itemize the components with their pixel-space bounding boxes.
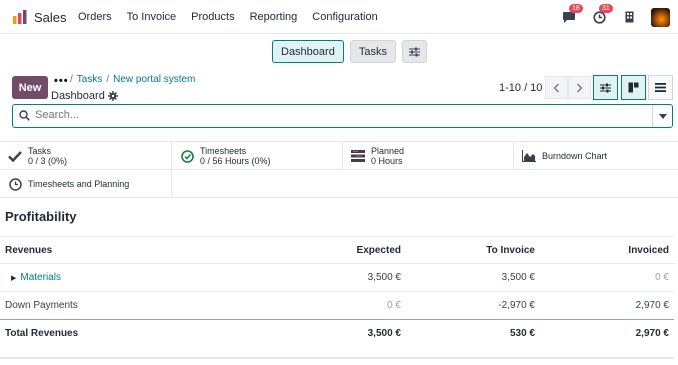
total-label: Total Revenues	[5, 328, 79, 340]
stat-tasks[interactable]: Tasks 0 / 3 (0%)	[0, 142, 172, 170]
planning-icon	[351, 149, 365, 163]
sliders-icon	[600, 83, 611, 92]
search-bar	[12, 104, 673, 128]
user-avatar[interactable]	[651, 7, 670, 27]
sales-app-icon[interactable]	[12, 9, 28, 25]
stat-timesheets-planning-label: Timesheets and Planning	[28, 179, 130, 189]
menu-products[interactable]: Products	[191, 11, 234, 23]
breadcrumb-separator: /	[70, 74, 73, 85]
clock-icon	[180, 149, 194, 163]
table-row[interactable]: ▶ Materials 3,500 € 3,500 € 0 €	[0, 263, 674, 292]
gear-icon[interactable]	[107, 91, 118, 101]
search-options-toggle[interactable]	[652, 105, 672, 127]
stat-planned-label: Planned	[371, 146, 405, 156]
menu-configuration[interactable]: Configuration	[312, 11, 377, 23]
table-header-row: Revenues Expected To Invoice Invoiced	[0, 236, 674, 264]
chevron-left-icon	[553, 83, 559, 92]
main-menu: Orders To Invoice Products Reporting Con…	[78, 11, 393, 23]
stat-tasks-text: Tasks 0 / 3 (0%)	[28, 146, 67, 166]
stat-timesheets-planning[interactable]: Timesheets and Planning	[0, 170, 172, 198]
activities-badge: 31	[599, 4, 613, 13]
search-input[interactable]	[35, 109, 635, 121]
row-label-cell: ▶ Materials	[0, 264, 272, 292]
kanban-view-button[interactable]	[621, 75, 646, 100]
stat-timesheets-text: Timesheets 0 / 56 Hours (0%)	[200, 146, 271, 166]
new-button[interactable]: New	[12, 76, 48, 99]
navbar-systray: 18 31	[549, 4, 670, 27]
menu-to-invoice[interactable]: To Invoice	[127, 11, 177, 23]
pager-previous-button[interactable]	[545, 76, 568, 99]
cell-to-invoice: -2,970 €	[498, 300, 535, 311]
cell-invoiced: 0 €	[655, 272, 669, 283]
breadcrumb-tasks[interactable]: Tasks	[77, 74, 103, 85]
cell-to-invoice: 3,500 €	[501, 272, 535, 283]
area-chart-icon	[522, 149, 536, 163]
stat-timesheets[interactable]: Timesheets 0 / 56 Hours (0%)	[172, 142, 343, 170]
stat-planned-text: Planned 0 Hours	[371, 146, 404, 166]
messages-badge: 18	[569, 4, 583, 13]
pager-next-button[interactable]	[568, 76, 591, 99]
list-view-button[interactable]	[648, 75, 673, 100]
total-row: Total Revenues 3,500 € 530 € 2,970 €	[0, 319, 674, 348]
list-icon	[655, 83, 666, 92]
stat-buttons: Tasks 0 / 3 (0%) Timesheets 0 / 56 Hours…	[0, 141, 678, 198]
pager-value[interactable]: 1-10 / 10	[499, 82, 542, 94]
company-switcher[interactable]	[619, 7, 639, 27]
menu-orders[interactable]: Orders	[78, 11, 112, 23]
caret-down-icon	[658, 113, 667, 119]
chevron-right-icon	[577, 83, 583, 92]
total-to-invoice: 530 €	[509, 328, 535, 340]
row-label-cell: Down Payments	[5, 300, 78, 311]
dashboard-tab-button[interactable]: Dashboard	[272, 40, 344, 63]
profitability-table: Revenues Expected To Invoice Invoiced ▶ M…	[0, 236, 674, 348]
stat-timesheets-label: Timesheets	[200, 146, 247, 156]
search-icon	[19, 110, 30, 121]
header-to-invoice: To Invoice	[486, 244, 535, 256]
building-icon	[625, 11, 633, 23]
cell-invoiced: 2,970 €	[635, 300, 669, 311]
settings-sliders-button[interactable]	[401, 40, 427, 63]
cell-expected: 0 €	[387, 300, 401, 311]
more-actions-button[interactable]: •••	[54, 75, 69, 87]
breadcrumb: / Tasks / New portal system	[70, 74, 195, 85]
header-revenues: Revenues	[5, 244, 53, 256]
clock-icon	[8, 177, 22, 191]
menu-reporting[interactable]: Reporting	[250, 11, 298, 23]
tasks-tab-button[interactable]: Tasks	[349, 40, 396, 63]
stat-tasks-label: Tasks	[28, 146, 52, 156]
view-switcher: Dashboard Tasks	[272, 40, 427, 63]
total-invoiced: 2,970 €	[635, 328, 669, 340]
page-title: Dashboard	[51, 90, 118, 102]
stat-tasks-value: 0 / 3 (0%)	[28, 156, 68, 166]
materials-link[interactable]: Materials	[20, 272, 61, 283]
activities-button[interactable]: 31	[589, 4, 613, 27]
filter-panel-toggle[interactable]	[593, 75, 618, 100]
messages-button[interactable]: 18	[559, 4, 583, 27]
header-invoiced: Invoiced	[628, 244, 669, 256]
stat-planned[interactable]: Planned 0 Hours	[343, 142, 514, 170]
kanban-icon	[628, 82, 639, 93]
stat-timesheets-value: 0 / 56 Hours (0%)	[200, 156, 271, 166]
app-name[interactable]: Sales	[34, 10, 67, 25]
stat-burndown-chart[interactable]: Burndown Chart	[514, 142, 678, 170]
check-icon	[8, 149, 22, 163]
top-navbar: Sales Orders To Invoice Products Reporti…	[0, 0, 678, 34]
caret-right-icon[interactable]: ▶	[11, 274, 16, 282]
table-row: Down Payments 0 € -2,970 € 2,970 €	[0, 291, 674, 320]
total-expected: 3,500 €	[367, 328, 401, 340]
header-expected: Expected	[356, 244, 401, 256]
stat-planned-value: 0 Hours	[371, 156, 403, 166]
section-divider	[0, 357, 674, 359]
profitability-title: Profitability	[5, 209, 77, 224]
sliders-icon	[408, 47, 420, 56]
breadcrumb-separator: /	[106, 74, 110, 85]
page-title-text: Dashboard	[51, 90, 105, 102]
cell-expected: 3,500 €	[367, 272, 401, 283]
stat-burndown-label: Burndown Chart	[542, 151, 608, 161]
breadcrumb-project[interactable]: New portal system	[113, 74, 195, 85]
